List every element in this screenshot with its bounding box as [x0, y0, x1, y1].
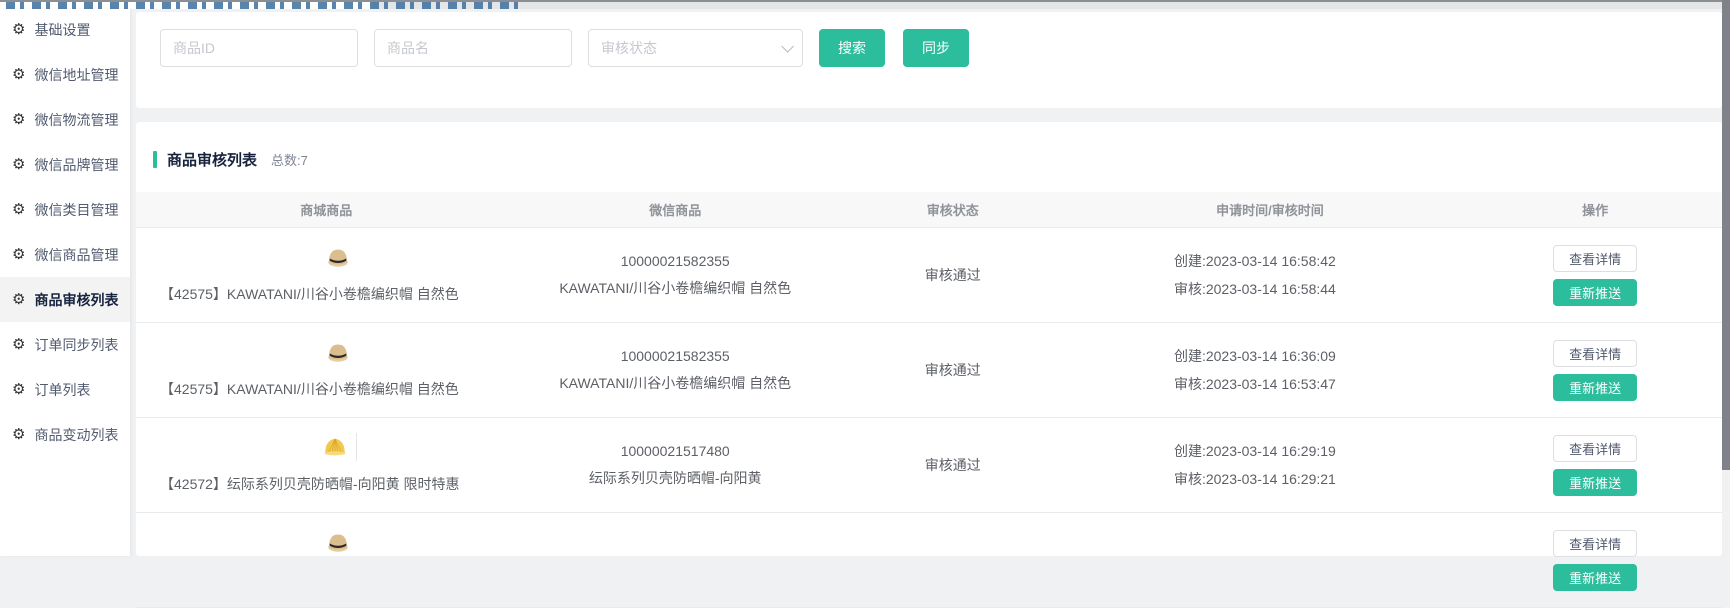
mall-product-name: 【42572】纭际系列贝壳防晒帽-向阳黄 限时特惠 [160, 474, 517, 494]
gear-icon: ⚙ [12, 427, 25, 442]
repush-button[interactable]: 重新推送 [1553, 374, 1637, 401]
table-row: 【42575】KAWATANI/川谷小卷檐编织帽 自然色 10000021582… [136, 323, 1722, 418]
audit-list-card: 商品审核列表 总数:7 商城商品 微信商品 审核状态 申请时间/审核时间 操作 … [136, 122, 1722, 556]
sidebar-item-label: 微信类目管理 [34, 200, 118, 220]
sidebar-item-wechat-brand[interactable]: ⚙ 微信品牌管理 [0, 142, 130, 187]
scrollbar-track[interactable] [1722, 0, 1730, 556]
straw-hat-product-image [323, 337, 353, 367]
sidebar-item-label: 微信品牌管理 [34, 155, 118, 175]
sidebar-item-label: 微信商品管理 [34, 245, 118, 265]
sidebar-item-wechat-product[interactable]: ⚙ 微信商品管理 [0, 232, 130, 277]
gear-icon: ⚙ [12, 202, 25, 217]
sidebar-menu: ⚙ 基础设置 ⚙ 微信地址管理 ⚙ 微信物流管理 ⚙ 微信品牌管理 ⚙ 微信类目… [0, 7, 130, 457]
product-name-input[interactable] [374, 29, 572, 67]
gear-icon: ⚙ [12, 337, 25, 352]
clipped-top-strip [0, 0, 1730, 9]
col-header-wechat-product: 微信商品 [517, 200, 834, 219]
view-detail-button[interactable]: 查看详情 [1553, 530, 1637, 557]
search-button[interactable]: 搜索 [819, 29, 885, 67]
status-text: 审核通过 [925, 455, 981, 475]
col-header-audit-status: 审核状态 [834, 200, 1072, 219]
repush-button[interactable]: 重新推送 [1553, 564, 1637, 591]
sidebar-item-wechat-category[interactable]: ⚙ 微信类目管理 [0, 187, 130, 232]
table-row: 【42575】KAWATANI/川谷小卷檐编织帽 自然色 10000021582… [136, 228, 1722, 323]
sync-button[interactable]: 同步 [903, 29, 969, 67]
audited-time: 审核:2023-03-14 16:53:47 [1174, 374, 1366, 394]
page-title: 商品审核列表 [167, 149, 257, 170]
gear-icon: ⚙ [12, 22, 25, 37]
status-text: 审核通过 [925, 360, 981, 380]
created-time: 创建:2023-03-14 16:29:19 [1174, 441, 1366, 461]
audit-status-select[interactable]: 审核状态 [588, 29, 803, 67]
mall-product-name: 【42575】KAWATANI/川谷小卷檐编织帽 自然色 [160, 284, 517, 304]
sidebar-item-label: 订单列表 [34, 380, 90, 400]
title-accent-bar [153, 151, 157, 168]
created-time: 创建:2023-03-14 16:36:09 [1174, 346, 1366, 366]
filter-card: 审核状态 搜索 同步 [136, 12, 1722, 108]
wechat-product-name: KAWATANI/川谷小卷檐编织帽 自然色 [559, 278, 791, 298]
sidebar-item-label: 订单同步列表 [34, 335, 118, 355]
wechat-product-id: 10000021517480 [621, 443, 730, 459]
sidebar: ⚙ 基础设置 ⚙ 微信地址管理 ⚙ 微信物流管理 ⚙ 微信品牌管理 ⚙ 微信类目… [0, 9, 130, 556]
view-detail-button[interactable]: 查看详情 [1553, 435, 1637, 462]
main-content: 审核状态 搜索 同步 商品审核列表 总数:7 商城商品 微信商品 审核状态 申请… [136, 9, 1722, 556]
audit-status-placeholder: 审核状态 [601, 38, 657, 58]
col-header-mall-product: 商城商品 [136, 200, 517, 219]
wechat-product-name: KAWATANI/川谷小卷檐编织帽 自然色 [559, 373, 791, 393]
gear-icon: ⚙ [12, 112, 25, 127]
sidebar-item-product-audit-list[interactable]: ⚙ 商品审核列表 [0, 277, 130, 322]
image-divider [356, 433, 357, 461]
sidebar-item-label: 微信物流管理 [34, 110, 118, 130]
view-detail-button[interactable]: 查看详情 [1553, 340, 1637, 367]
sidebar-item-wechat-logistics[interactable]: ⚙ 微信物流管理 [0, 97, 130, 142]
scrollbar-thumb[interactable] [1722, 0, 1730, 470]
wechat-product-name: 纭际系列贝壳防晒帽-向阳黄 [589, 468, 762, 488]
total-count: 总数:7 [271, 150, 308, 169]
sidebar-item-order-list[interactable]: ⚙ 订单列表 [0, 367, 130, 412]
product-id-input[interactable] [160, 29, 358, 67]
sidebar-item-label: 微信地址管理 [34, 65, 118, 85]
sidebar-item-label: 商品变动列表 [34, 425, 118, 445]
view-detail-button[interactable]: 查看详情 [1553, 245, 1637, 272]
mall-product-name: 【42575】KAWATANI/川谷小卷檐编织帽 自然色 [160, 379, 517, 399]
window-edge-line [0, 0, 1730, 2]
sidebar-item-order-sync-list[interactable]: ⚙ 订单同步列表 [0, 322, 130, 367]
gear-icon: ⚙ [12, 247, 25, 262]
straw-hat-product-image [323, 242, 353, 272]
gear-icon: ⚙ [12, 382, 25, 397]
col-header-actions: 操作 [1468, 200, 1722, 219]
gear-icon: ⚙ [12, 292, 25, 307]
chevron-down-icon [781, 40, 794, 53]
table-row: 【42572】纭际系列贝壳防晒帽-向阳黄 限时特惠 10000021517480… [136, 418, 1722, 513]
table-header: 商城商品 微信商品 审核状态 申请时间/审核时间 操作 [136, 192, 1722, 228]
sidebar-item-wechat-address[interactable]: ⚙ 微信地址管理 [0, 52, 130, 97]
audited-time: 审核:2023-03-14 16:29:21 [1174, 469, 1366, 489]
repush-button[interactable]: 重新推送 [1553, 279, 1637, 306]
sidebar-item-label: 商品审核列表 [34, 290, 118, 310]
sidebar-item-label: 基础设置 [34, 20, 90, 40]
gear-icon: ⚙ [12, 67, 25, 82]
created-time: 创建:2023-03-14 16:58:42 [1174, 251, 1366, 271]
shell-sun-hat-product-image [320, 432, 350, 462]
product-image [323, 527, 353, 557]
status-text: 审核通过 [925, 265, 981, 285]
audited-time: 审核:2023-03-14 16:58:44 [1174, 279, 1366, 299]
table-row-partial: 查看详情 重新推送 [136, 513, 1722, 608]
wechat-product-id: 10000021582355 [621, 348, 730, 364]
sidebar-item-product-change-list[interactable]: ⚙ 商品变动列表 [0, 412, 130, 457]
sidebar-item-basic-settings[interactable]: ⚙ 基础设置 [0, 7, 130, 52]
col-header-apply-audit-time: 申请时间/审核时间 [1072, 200, 1469, 219]
gear-icon: ⚙ [12, 157, 25, 172]
wechat-product-id: 10000021582355 [621, 253, 730, 269]
repush-button[interactable]: 重新推送 [1553, 469, 1637, 496]
